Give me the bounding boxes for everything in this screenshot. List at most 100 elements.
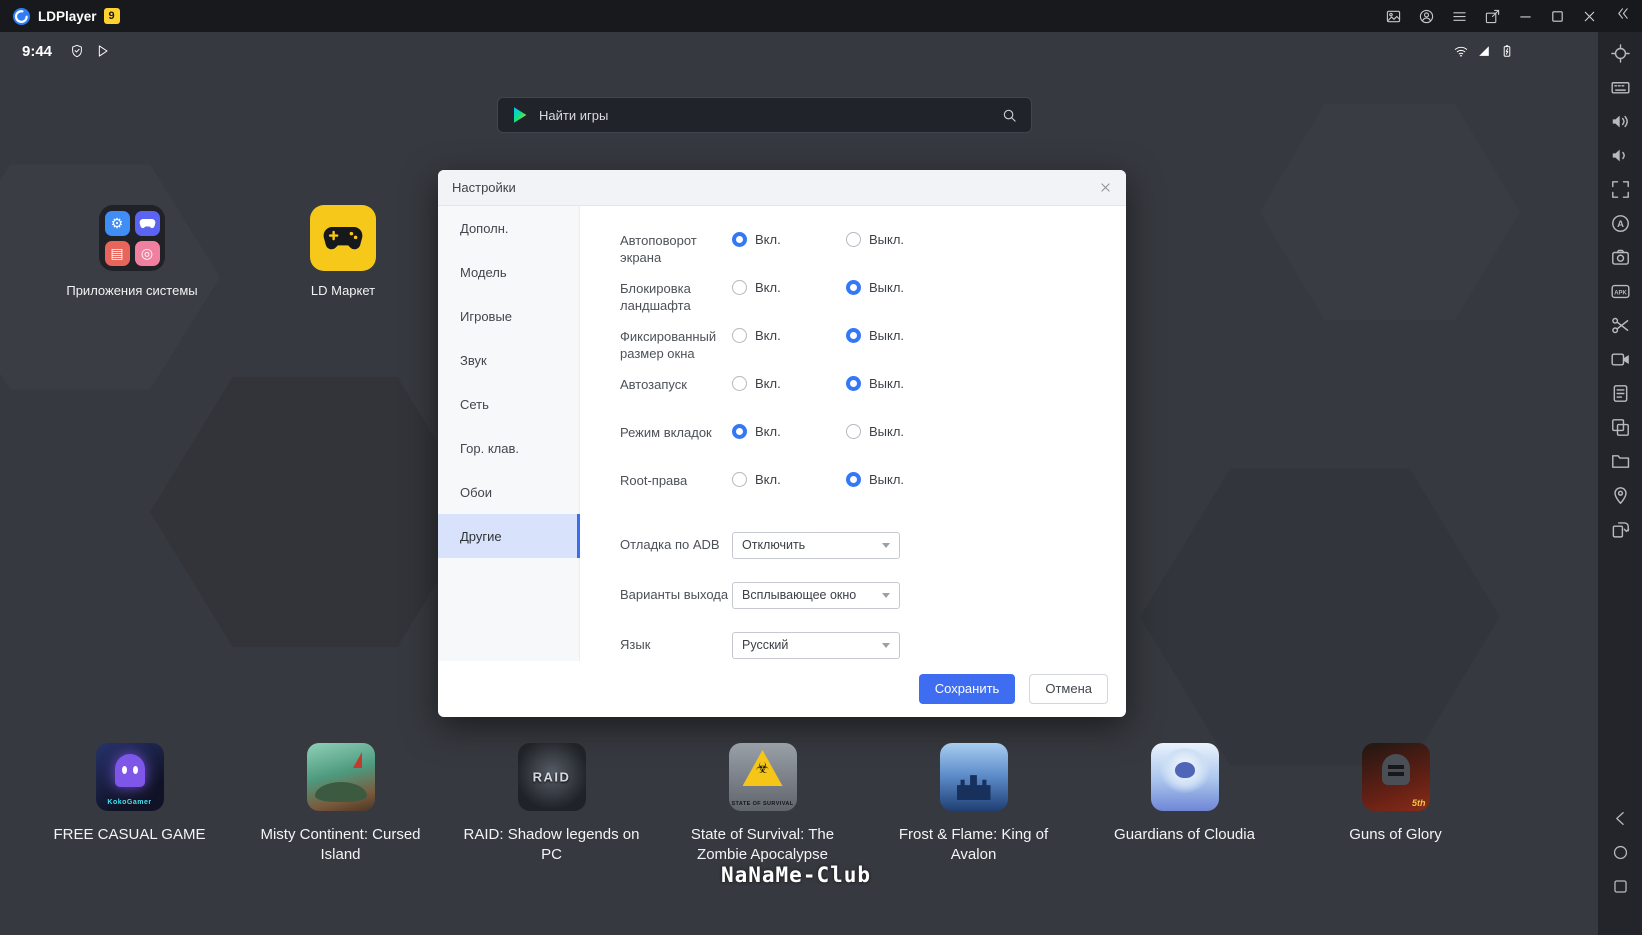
settings-tab-7[interactable]: Другие: [438, 514, 580, 558]
radio-icon[interactable]: [732, 376, 747, 391]
keyboard-icon[interactable]: [1610, 78, 1630, 97]
settings-tab-5[interactable]: Гор. клав.: [438, 426, 579, 470]
rotate-icon[interactable]: [1611, 520, 1630, 539]
radio-icon[interactable]: [846, 472, 861, 487]
popout-icon[interactable]: [1485, 9, 1500, 24]
radio-option-off-1[interactable]: Выкл.: [846, 280, 960, 295]
radio-option-off-0[interactable]: Выкл.: [846, 232, 960, 247]
close-icon[interactable]: [1582, 9, 1597, 24]
dock-app-0[interactable]: KokoGamer FREE CASUAL GAME: [24, 743, 235, 864]
folder-tile[interactable]: ⚙ ▤ ◎: [99, 205, 165, 271]
game-search-bar[interactable]: Найти игры: [497, 97, 1032, 133]
radio-option-off-5[interactable]: Выкл.: [846, 472, 960, 487]
app-tile[interactable]: [939, 743, 1008, 811]
signal-icon: [1477, 44, 1491, 58]
app-tile[interactable]: RAID: [517, 743, 586, 811]
shield-icon: [70, 44, 84, 58]
app-tile[interactable]: 5th: [1361, 743, 1430, 811]
radio-option-on-5[interactable]: Вкл.: [732, 472, 846, 487]
ld-market-tile[interactable]: [310, 205, 376, 271]
settings-tab-4[interactable]: Сеть: [438, 382, 579, 426]
system-apps-folder[interactable]: ⚙ ▤ ◎ Приложения системы: [47, 205, 217, 298]
minimize-icon[interactable]: [1518, 9, 1533, 24]
dock-app-2[interactable]: RAID RAID: Shadow legends on PC: [446, 743, 657, 864]
close-icon[interactable]: [1099, 181, 1112, 194]
app-label: Guardians of Cloudia: [1114, 826, 1255, 843]
radio-label: Выкл.: [869, 232, 905, 247]
radio-icon[interactable]: [846, 376, 861, 391]
dropdown-row-0: Отладка по ADB Отключить: [620, 520, 1126, 570]
save-button[interactable]: Сохранить: [918, 674, 1016, 704]
dock-app-6[interactable]: 5th Guns of Glory: [1290, 743, 1501, 864]
watermark: NaNaMe-Club: [720, 863, 872, 887]
multi-window-icon[interactable]: [1611, 418, 1630, 437]
settings-tab-6[interactable]: Обои: [438, 470, 579, 514]
scissors-icon[interactable]: [1611, 316, 1630, 335]
apk-icon[interactable]: APK: [1610, 282, 1630, 301]
settings-tab-2[interactable]: Игровые: [438, 294, 579, 338]
mini-app-games-icon: [134, 210, 160, 236]
screenshot-icon[interactable]: [1611, 248, 1630, 267]
video-icon[interactable]: [1610, 350, 1630, 369]
back-icon[interactable]: [1612, 810, 1629, 827]
fullscreen-icon[interactable]: [1611, 180, 1630, 199]
radio-option-on-4[interactable]: Вкл.: [732, 424, 846, 439]
settings-tab-0[interactable]: Дополн.: [438, 206, 579, 250]
radio-option-on-1[interactable]: Вкл.: [732, 280, 846, 295]
radio-option-on-2[interactable]: Вкл.: [732, 328, 846, 343]
volume-up-icon[interactable]: [1611, 112, 1630, 131]
radio-option-off-2[interactable]: Выкл.: [846, 328, 960, 343]
volume-down-icon[interactable]: [1611, 146, 1630, 165]
radio-icon[interactable]: [732, 472, 747, 487]
radio-icon[interactable]: [846, 328, 861, 343]
radio-option-on-0[interactable]: Вкл.: [732, 232, 846, 247]
virtual-key-icon[interactable]: A: [1611, 214, 1630, 233]
radio-icon[interactable]: [846, 424, 861, 439]
settings-tab-1[interactable]: Модель: [438, 250, 579, 294]
ld-market-app[interactable]: LD Маркет: [258, 205, 428, 298]
wallpaper-icon[interactable]: [1386, 9, 1401, 24]
home-icon[interactable]: [1612, 844, 1629, 861]
mini-app-camera-icon: ◎: [134, 240, 160, 266]
radio-icon[interactable]: [732, 328, 747, 343]
menu-icon[interactable]: [1452, 9, 1467, 24]
locate-icon[interactable]: [1610, 44, 1630, 63]
app-tile[interactable]: STATE OF SURVIVAL: [728, 743, 797, 811]
app-tile[interactable]: [306, 743, 375, 811]
dropdown-0[interactable]: Отключить: [732, 531, 900, 559]
radio-icon[interactable]: [846, 232, 861, 247]
dock-app-1[interactable]: Misty Continent: Cursed Island: [235, 743, 446, 864]
recents-icon[interactable]: [1612, 878, 1629, 895]
setting-label: Варианты выхода: [620, 587, 729, 603]
cancel-button[interactable]: Отмена: [1029, 674, 1108, 704]
folder-icon[interactable]: [1611, 452, 1630, 471]
app-tile[interactable]: KokoGamer: [95, 743, 164, 811]
radio-icon[interactable]: [732, 280, 747, 295]
radio-option-on-3[interactable]: Вкл.: [732, 376, 846, 391]
radio-icon[interactable]: [846, 280, 861, 295]
ldplayer-logo-icon: [12, 7, 31, 26]
script-icon[interactable]: [1611, 384, 1630, 403]
radio-option-off-3[interactable]: Выкл.: [846, 376, 960, 391]
account-icon[interactable]: [1419, 9, 1434, 24]
side-toolbar: A APK: [1598, 32, 1642, 935]
app-tile[interactable]: [1150, 743, 1219, 811]
window-controls: [1518, 9, 1597, 24]
titlebar-left: LDPlayer 9: [12, 7, 120, 26]
radio-icon[interactable]: [732, 424, 747, 439]
maximize-icon[interactable]: [1550, 9, 1565, 24]
radio-icon[interactable]: [732, 232, 747, 247]
location-icon[interactable]: [1611, 486, 1630, 505]
status-left-icons: [70, 44, 110, 58]
settings-tab-3[interactable]: Звук: [438, 338, 579, 382]
dropdown-2[interactable]: Русский: [732, 631, 900, 659]
radio-label: Выкл.: [869, 376, 905, 391]
dock-app-3[interactable]: STATE OF SURVIVAL State of Survival: The …: [657, 743, 868, 864]
settings-tab-label: Дополн.: [460, 220, 509, 236]
radio-option-off-4[interactable]: Выкл.: [846, 424, 960, 439]
dock-app-5[interactable]: Guardians of Cloudia: [1079, 743, 1290, 864]
collapse-icon[interactable]: [1615, 6, 1630, 21]
dialog-close-icon[interactable]: [1099, 181, 1112, 194]
dropdown-1[interactable]: Всплывающее окно: [732, 581, 900, 609]
dock-app-4[interactable]: Frost & Flame: King of Avalon: [868, 743, 1079, 864]
